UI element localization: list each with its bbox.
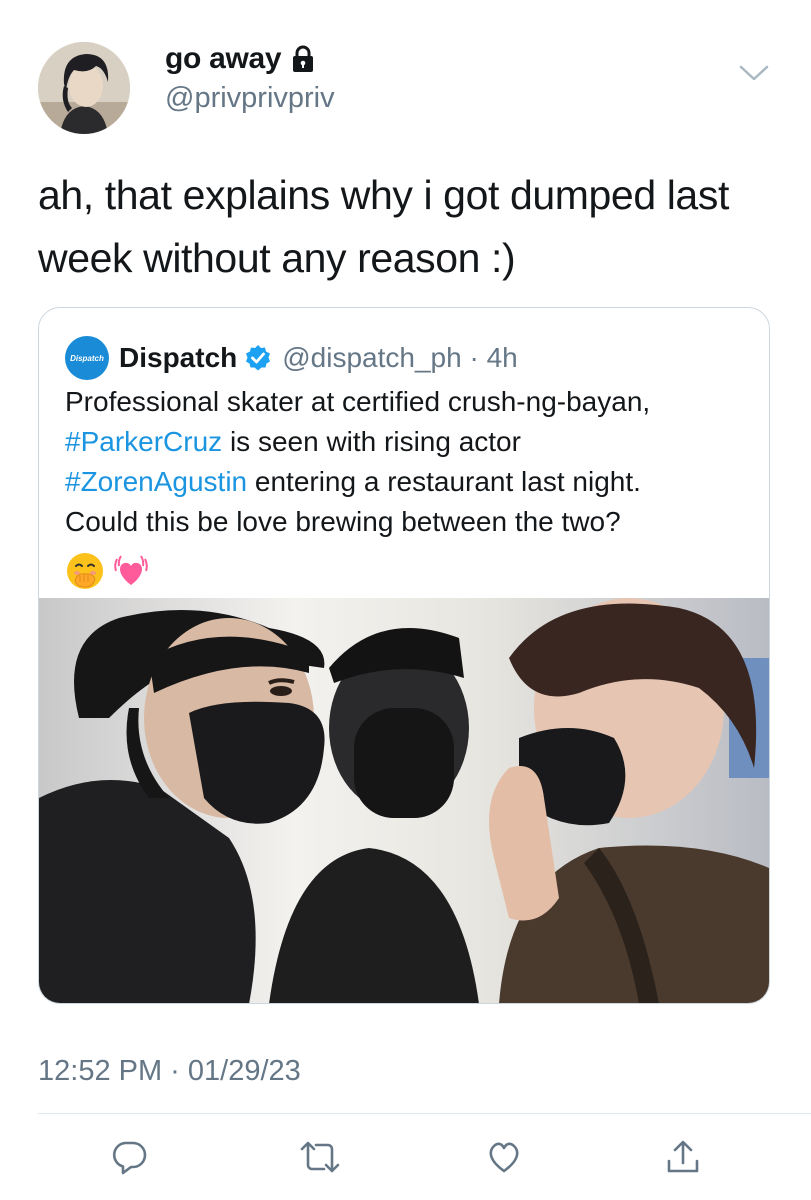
like-icon: [489, 1142, 519, 1173]
photo-image: [39, 598, 769, 1003]
quoted-tweet-photo[interactable]: [39, 598, 769, 1003]
author-name-row: go away: [165, 42, 315, 76]
like-button[interactable]: [480, 1133, 528, 1181]
author-display-name[interactable]: go away: [165, 42, 282, 76]
author-avatar[interactable]: [38, 42, 130, 134]
quoted-text-after-hashtag1: is seen with rising actor: [222, 426, 521, 457]
emoji-row: [65, 551, 151, 591]
quoted-author-name[interactable]: Dispatch: [119, 342, 237, 374]
retweet-icon: [300, 1141, 340, 1173]
quoted-tweet-card[interactable]: Dispatch Dispatch @dispatch_ph · 4h Prof…: [38, 307, 770, 1004]
chevron-down-icon[interactable]: [738, 63, 770, 83]
verified-badge-icon: [246, 345, 271, 371]
tweet-timestamp[interactable]: 12:52 PM · 01/29/23: [38, 1055, 301, 1088]
reply-button[interactable]: [105, 1133, 153, 1181]
dispatch-avatar[interactable]: Dispatch: [65, 336, 109, 380]
share-icon: [667, 1140, 699, 1173]
retweet-button[interactable]: [296, 1133, 344, 1181]
face-with-hand-over-mouth-emoji: [67, 553, 103, 589]
quoted-author-handle-time: @dispatch_ph · 4h: [282, 342, 518, 373]
hashtag-parkercruz-link[interactable]: #ParkerCruz: [65, 426, 222, 457]
quoted-tweet-header: Dispatch Dispatch @dispatch_ph · 4h: [65, 336, 518, 380]
actions-divider: [38, 1113, 811, 1114]
author-handle[interactable]: @privprivpriv: [165, 82, 335, 115]
tweet-text: ah, that explains why i got dumped last …: [38, 172, 729, 281]
lock-icon: [291, 45, 315, 73]
quoted-text-line1: Professional skater at certified crush-n…: [65, 386, 651, 417]
quoted-tweet-text: Professional skater at certified crush-n…: [65, 382, 755, 542]
share-button[interactable]: [659, 1133, 707, 1181]
reply-icon: [112, 1141, 147, 1175]
quoted-text-line4: Could this be love brewing between the t…: [65, 506, 621, 537]
hashtag-zorenagustin-link[interactable]: #ZorenAgustin: [65, 466, 247, 497]
quoted-text-after-hashtag2: entering a restaurant last night.: [247, 466, 641, 497]
user-avatar-image: [38, 42, 130, 134]
beating-heart-emoji: [114, 555, 148, 585]
